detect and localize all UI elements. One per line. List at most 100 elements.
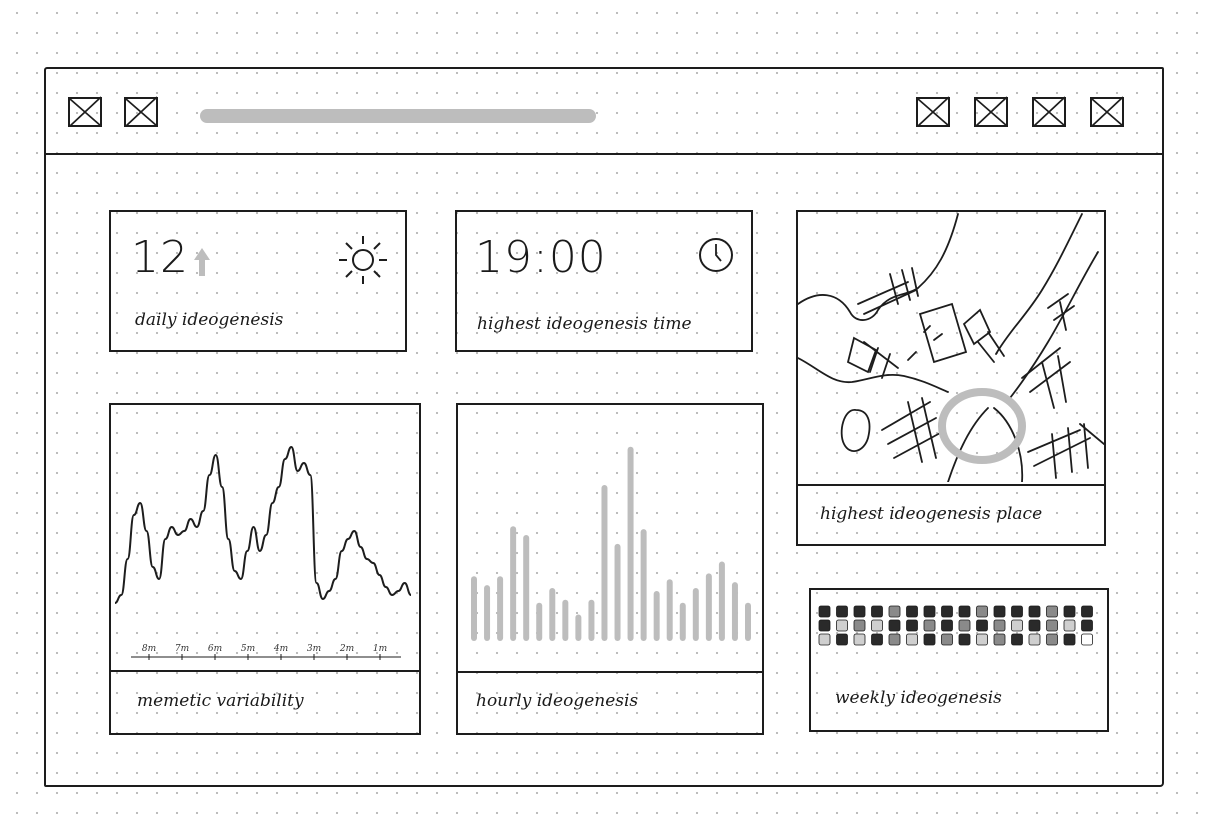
highest-ideogenesis-time-card[interactable]: 19:00 highest ideogenesis time	[455, 210, 753, 352]
heatmap-cell	[871, 633, 883, 646]
heatmap-cell	[1081, 633, 1093, 646]
heatmap-cell	[941, 605, 953, 618]
heatmap-cell	[1081, 605, 1093, 618]
heatmap-cell	[871, 605, 883, 618]
x-tick-label: 7m	[175, 644, 189, 654]
heatmap-cell	[1046, 633, 1058, 646]
x-tick-label: 3m	[307, 644, 321, 654]
heatmap-cell	[923, 633, 936, 646]
bar	[745, 602, 751, 641]
heatmap-cell	[853, 633, 866, 646]
bar	[731, 582, 738, 641]
bar	[497, 576, 504, 641]
heatmap-cell	[836, 605, 848, 618]
placeholder-image-icon[interactable]	[1088, 91, 1128, 131]
heatmap-cell	[976, 619, 988, 632]
hourly-ideogenesis-label: hourly ideogenesis	[476, 691, 639, 711]
placeholder-image-icon[interactable]	[914, 91, 954, 131]
hourly-ideogenesis-card[interactable]: hourly ideogenesis	[456, 403, 764, 735]
heatmap-cell	[888, 633, 901, 646]
heatmap-cell	[923, 619, 936, 632]
x-tick-label: 1m	[373, 644, 387, 654]
daily-ideogenesis-value: 12	[131, 232, 189, 283]
heatmap-cell	[1063, 605, 1076, 618]
bar	[679, 602, 686, 641]
heatmap-cell	[871, 619, 883, 632]
placeholder-image-icon[interactable]	[122, 91, 162, 131]
heatmap-cell	[993, 633, 1006, 646]
heatmap-cell	[836, 633, 848, 646]
bar	[549, 588, 556, 641]
heatmap-cell	[923, 605, 936, 618]
heatmap-cell	[853, 605, 866, 618]
heatmap-cell	[976, 633, 988, 646]
memetic-variability-chart: 8m 7m 6m 5m 4m 3m 2m 1m	[114, 446, 412, 660]
heatmap-cell	[888, 619, 901, 632]
x-tick-label: 5m	[241, 644, 255, 654]
daily-ideogenesis-card[interactable]: 12 daily ideogenesis	[109, 210, 407, 352]
heatmap-cell	[1011, 633, 1023, 646]
heatmap-cell	[836, 619, 848, 632]
series-line	[114, 446, 412, 604]
bar	[692, 588, 699, 641]
heatmap-cell	[958, 605, 971, 618]
weekly-ideogenesis-heatmap	[818, 605, 1093, 646]
bar	[627, 446, 634, 641]
placeholder-image-icon[interactable]	[1030, 91, 1070, 131]
bar	[523, 535, 530, 641]
bar	[614, 543, 621, 641]
bar	[705, 573, 712, 641]
bar	[718, 561, 725, 641]
clock-icon	[699, 238, 733, 272]
heatmap-cell	[1046, 619, 1058, 632]
placeholder-image-icon[interactable]	[972, 91, 1012, 131]
sun-icon	[339, 236, 387, 284]
highest-time-value: 19:00	[475, 232, 607, 283]
bar	[601, 485, 608, 641]
memetic-variability-label: memetic variability	[137, 691, 304, 711]
bar	[666, 579, 673, 641]
heatmap-cell	[976, 605, 988, 618]
bar	[562, 599, 569, 641]
heatmap-cell	[941, 619, 953, 632]
bar	[510, 526, 517, 641]
weekly-ideogenesis-card[interactable]: weekly ideogenesis	[809, 588, 1109, 732]
heatmap-cell	[1028, 605, 1041, 618]
bar	[640, 529, 647, 641]
bar	[575, 614, 582, 641]
heatmap-cell	[1063, 619, 1076, 632]
heatmap-cell	[818, 605, 831, 618]
highest-place-label: highest ideogenesis place	[820, 504, 1043, 524]
highest-ideogenesis-place-card[interactable]: highest ideogenesis place	[796, 210, 1106, 546]
heatmap-cell	[993, 619, 1006, 632]
heatmap-cell	[818, 619, 831, 632]
x-tick-label: 6m	[208, 644, 222, 654]
bar	[471, 576, 477, 641]
heatmap-cell	[958, 633, 971, 646]
placeholder-image-icon[interactable]	[66, 91, 106, 131]
heatmap-cell	[1081, 619, 1093, 632]
heatmap-cell	[941, 633, 953, 646]
memetic-variability-card[interactable]: 8m 7m 6m 5m 4m 3m 2m 1m memetic variability	[109, 403, 421, 735]
weekly-ideogenesis-label: weekly ideogenesis	[835, 688, 1002, 708]
highest-time-label: highest ideogenesis time	[477, 314, 692, 334]
heatmap-cell	[1011, 605, 1023, 618]
heatmap-cell	[1028, 619, 1041, 632]
heatmap-cell	[853, 619, 866, 632]
heatmap-cell	[1011, 619, 1023, 632]
bar	[536, 602, 543, 641]
heatmap-cell	[1063, 633, 1076, 646]
heatmap-cell	[906, 619, 918, 632]
bar	[588, 599, 595, 641]
title-placeholder-bar	[200, 109, 596, 123]
x-tick-label: 2m	[339, 644, 354, 654]
heatmap-cell	[906, 605, 918, 618]
heatmap-cell	[906, 633, 918, 646]
map-sketch	[798, 213, 1104, 482]
heatmap-cell	[1028, 633, 1041, 646]
daily-ideogenesis-label: daily ideogenesis	[135, 310, 284, 330]
arrow-up-icon	[194, 248, 210, 276]
hourly-ideogenesis-chart	[471, 446, 751, 641]
bar	[484, 585, 491, 641]
top-toolbar	[46, 69, 1162, 155]
